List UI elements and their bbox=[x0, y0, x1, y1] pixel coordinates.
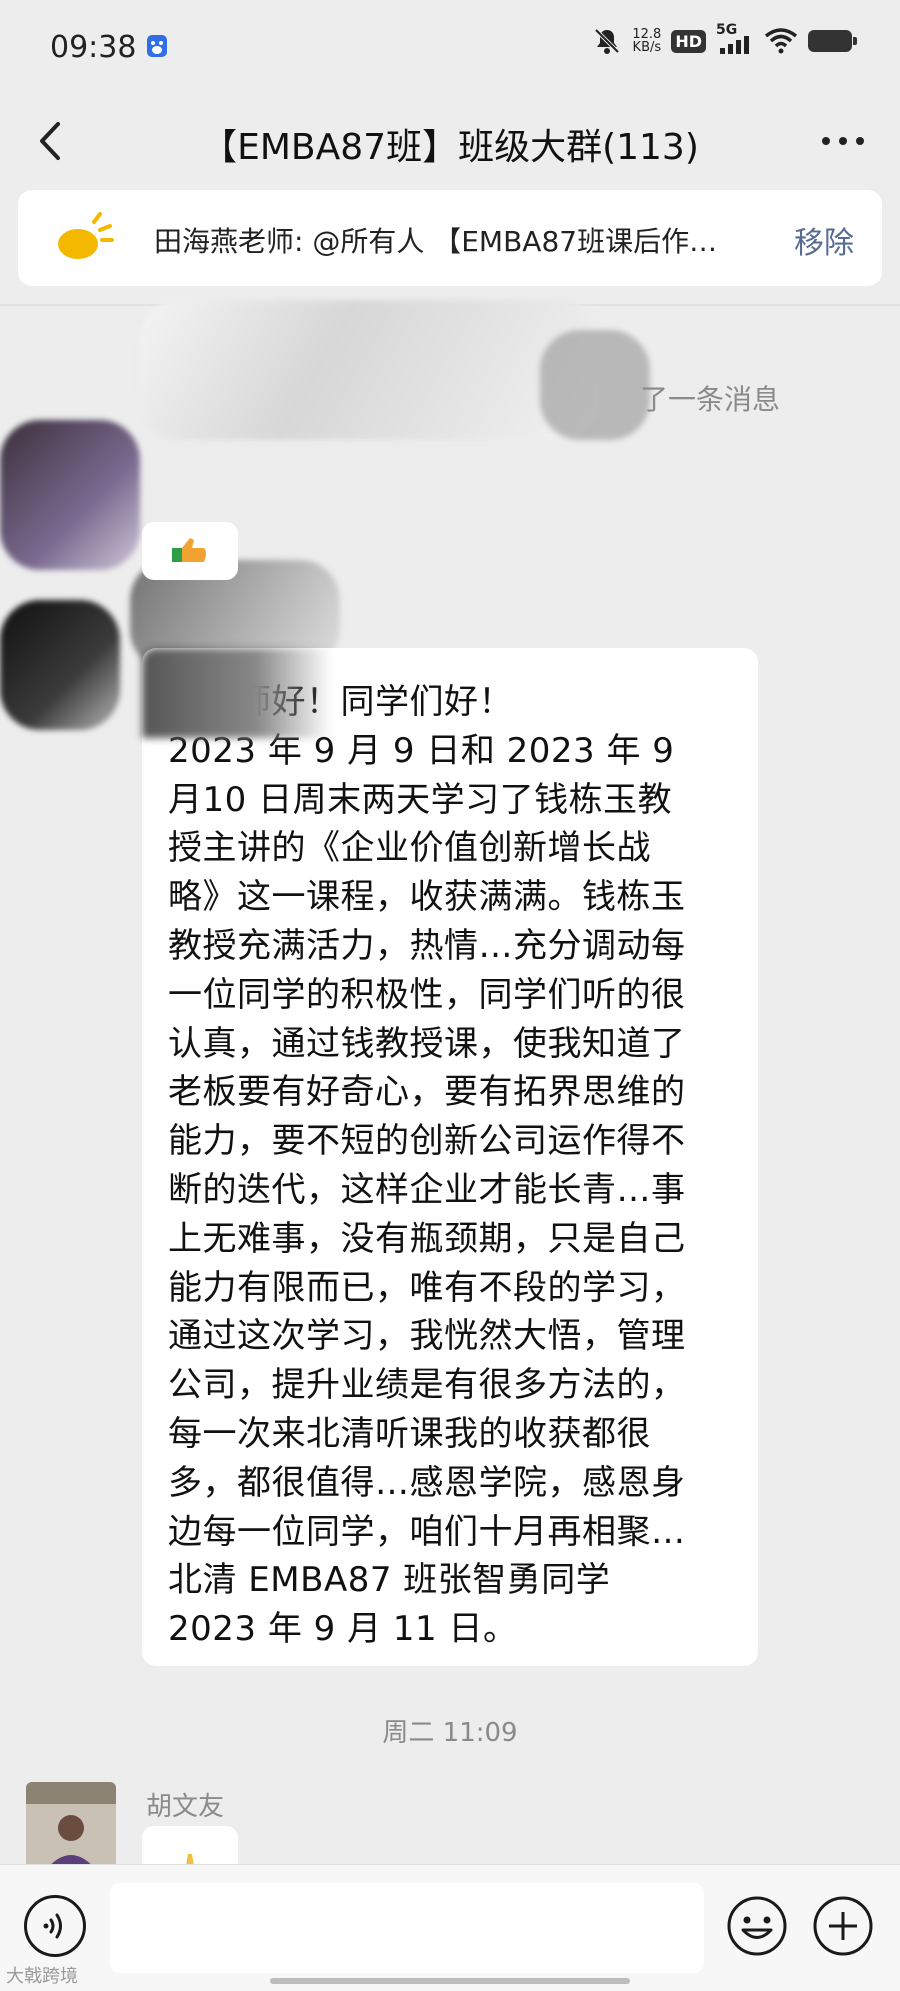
home-indicator[interactable] bbox=[270, 1978, 630, 1984]
message-line: 认真，通过钱教授课，使我知道了 bbox=[168, 1023, 686, 1064]
message-line: 多，都很值得…感恩学院，感恩身 bbox=[168, 1462, 686, 1503]
message-line: 上无难事，没有瓶颈期，只是自己 bbox=[168, 1218, 686, 1259]
status-icons: 12.8 KB/s HD 5G bbox=[592, 22, 857, 56]
message-line: 授主讲的《企业价值创新增长战 bbox=[168, 828, 651, 869]
network-speed: 12.8 KB/s bbox=[632, 28, 661, 54]
status-time: 09:38 bbox=[50, 30, 137, 65]
wifi-icon bbox=[764, 28, 798, 54]
message-line: 能力有限而已，唯有不段的学习， bbox=[168, 1267, 686, 1308]
redaction-scribble bbox=[142, 648, 332, 738]
chat-timestamp: 周二 11:09 bbox=[382, 1718, 518, 1748]
chat-title: 【EMBA87班】班级大群(113) bbox=[201, 127, 699, 168]
message-input[interactable] bbox=[110, 1883, 704, 1973]
emoji-icon[interactable] bbox=[726, 1895, 788, 1957]
redaction-scribble bbox=[140, 300, 600, 440]
emoji-message-bubble[interactable] bbox=[142, 1826, 238, 1866]
mute-icon bbox=[594, 28, 620, 54]
message-text: 白老师好！同学们好！ 2023 年 9 月 9 日和 2023 年 9 月10 … bbox=[168, 678, 736, 1654]
hd-badge: HD bbox=[671, 29, 706, 53]
message-line: 老板要有好奇心，要有拓界思维的 bbox=[168, 1072, 686, 1113]
message-line: 断的迭代，这样企业才能长青…事 bbox=[168, 1169, 686, 1210]
message-line: 北清 EMBA87 班张智勇同学 bbox=[168, 1560, 611, 1601]
input-bar bbox=[0, 1864, 900, 1991]
message-line: 边每一位同学，咱们十月再相聚… bbox=[168, 1511, 686, 1552]
message-line: 每一次来北清听课我的收获都很 bbox=[168, 1413, 651, 1454]
message-line: 2023 年 9 月 11 日。 bbox=[168, 1609, 518, 1650]
more-dots-icon[interactable] bbox=[808, 114, 878, 168]
battery-icon bbox=[808, 30, 857, 52]
announcement-text: 田海燕老师: @所有人 【EMBA87班课后作… bbox=[154, 225, 718, 258]
emoji-message-bubble[interactable] bbox=[142, 522, 238, 580]
network-type: 5G bbox=[716, 22, 738, 38]
system-message: 了一条消息 bbox=[640, 383, 781, 416]
plus-icon[interactable] bbox=[812, 1895, 874, 1957]
message-line: 月10 日周末两天学习了钱栋玉教 bbox=[168, 779, 673, 820]
message-line: 略》这一课程，收获满满。钱栋玉 bbox=[168, 877, 686, 918]
sender-name: 胡文友 bbox=[146, 1792, 225, 1822]
remove-announcement-button[interactable]: 移除 bbox=[794, 218, 854, 262]
avatar[interactable] bbox=[26, 1782, 116, 1872]
baidu-app-icon bbox=[147, 35, 167, 57]
back-arrow-icon[interactable] bbox=[28, 114, 78, 168]
message-line: 教授充满活力，热情…充分调动每 bbox=[168, 925, 686, 966]
signal-icon: 5G bbox=[716, 22, 754, 56]
message-line: 通过这次学习，我恍然大悟，管理 bbox=[168, 1316, 686, 1357]
group-announcement[interactable]: 田海燕老师: @所有人 【EMBA87班课后作… 移除 bbox=[18, 190, 882, 286]
voice-button[interactable] bbox=[24, 1895, 86, 1957]
thumbs-up-emoji-icon bbox=[172, 538, 206, 562]
message-bubble[interactable]: 白老师好！同学们好！ 2023 年 9 月 9 日和 2023 年 9 月10 … bbox=[142, 648, 758, 1666]
message-line: 公司，提升业绩是有很多方法的， bbox=[168, 1365, 686, 1406]
net-speed-unit: KB/s bbox=[632, 40, 662, 55]
message-line: 一位同学的积极性，同学们听的很 bbox=[168, 974, 686, 1015]
announcement-horn-icon bbox=[58, 212, 114, 259]
redaction-scribble bbox=[540, 330, 650, 440]
redaction-scribble bbox=[0, 420, 140, 570]
nav-bar: 【EMBA87班】班级大群(113) bbox=[0, 96, 900, 186]
watermark: 大戟跨境 bbox=[6, 1966, 78, 1987]
message-line: 能力，要不短的创新公司运作得不 bbox=[168, 1121, 686, 1162]
status-bar: 09:38 12.8 KB/s HD 5G bbox=[0, 0, 900, 96]
thumbs-up-emoji-icon bbox=[186, 1854, 194, 1866]
redaction-scribble bbox=[0, 600, 120, 730]
voice-icon bbox=[43, 1913, 62, 1939]
avatar-photo bbox=[26, 1782, 116, 1872]
